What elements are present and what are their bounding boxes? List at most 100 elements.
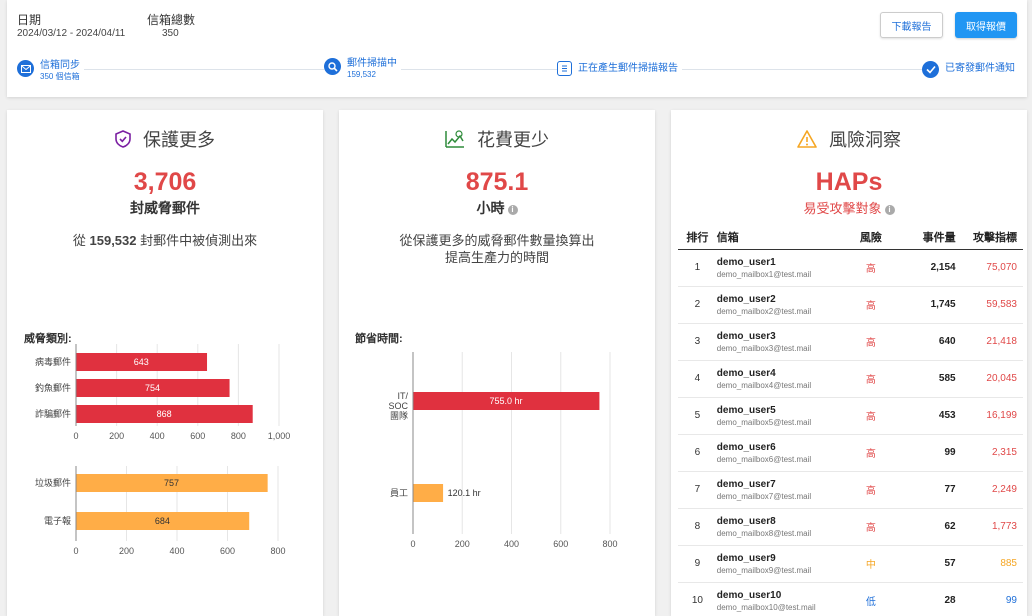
rank-cell: 9 [678, 545, 717, 583]
category-label: 垃圾郵件 [35, 477, 71, 488]
risk-cell: 中 [839, 545, 903, 583]
col-mailbox[interactable]: 信箱 [716, 225, 840, 250]
info-icon[interactable]: i [507, 205, 518, 215]
tick-label: 0 [410, 539, 415, 549]
rank-cell: 7 [678, 471, 717, 509]
user-name[interactable]: demo_user2 [717, 294, 839, 305]
table-row[interactable]: 9 demo_user9 demo_mailbox9@test.mail 中 57 885 [678, 545, 1023, 583]
spend-desc-line1: 從保護更多的威脅郵件數量換算出 [399, 233, 595, 248]
user-mail: demo_mailbox8@test.mail [716, 528, 812, 538]
user-name[interactable]: demo_user6 [717, 442, 839, 453]
user-name[interactable]: demo_user7 [717, 479, 839, 490]
haps-table: 排行 信箱 風險 事件量 攻擊指標 1 demo_user1 demo_mailbo… [678, 225, 1023, 616]
search-icon [324, 58, 341, 75]
step-title: 已寄發郵件通知 [945, 63, 1015, 74]
mailbox-cell: demo_user10 demo_mailbox10@test.mail [716, 582, 840, 616]
step-notification-sent: 已寄發郵件通知 [922, 61, 1019, 78]
user-name[interactable]: demo_user5 [717, 405, 839, 416]
user-name[interactable]: demo_user1 [717, 257, 839, 268]
data-label: 755.0 hr [489, 396, 522, 406]
get-quote-button[interactable]: 取得報價 [955, 12, 1017, 38]
risk-cell: 低 [839, 582, 903, 616]
data-label: 754 [145, 383, 160, 393]
col-attack-index[interactable]: 攻擊指標 [955, 225, 1023, 250]
table-body: 1 demo_user1 demo_mailbox1@test.mail 高 2,154… [678, 249, 1023, 616]
rank-cell: 8 [678, 508, 717, 546]
table-row[interactable]: 10 demo_user10 demo_mailbox10@test.mail 低 28… [678, 582, 1023, 616]
user-mail: demo_mailbox7@test.mail [716, 491, 812, 501]
events-cell: 2,154 [902, 249, 956, 287]
mailbox-cell: demo_user6 demo_mailbox6@test.mail [716, 434, 840, 472]
rank-cell: 2 [678, 286, 717, 324]
table-row[interactable]: 8 demo_user8 demo_mailbox8@test.mail 高 62 1,7… [678, 508, 1023, 546]
attack-index-cell: 20,045 [955, 360, 1023, 398]
user-mail: demo_mailbox10@test.mail [716, 602, 816, 612]
col-risk[interactable]: 風險 [839, 225, 903, 250]
category-label: 詐騙郵件 [35, 408, 71, 419]
user-name[interactable]: demo_user3 [717, 331, 839, 342]
events-cell: 77 [902, 471, 956, 509]
attack-index-cell: 59,583 [955, 286, 1023, 324]
card-title: 花費更少 [339, 126, 655, 152]
attack-index-cell: 885 [955, 545, 1023, 583]
tick-label: 600 [190, 431, 205, 441]
mailbox-cell: demo_user1 demo_mailbox1@test.mail [716, 249, 840, 287]
card-title: 保護更多 [7, 126, 323, 152]
tick-label: 400 [169, 546, 184, 556]
table-row[interactable]: 4 demo_user4 demo_mailbox4@test.mail 高 585 20… [678, 360, 1023, 398]
table-row[interactable]: 2 demo_user2 demo_mailbox2@test.mail 高 1,745… [678, 286, 1023, 324]
user-name[interactable]: demo_user4 [717, 368, 839, 379]
user-name[interactable]: demo_user8 [717, 516, 839, 527]
date-range: 2024/03/12 - 2024/04/11 [17, 28, 126, 39]
events-cell: 57 [902, 545, 956, 583]
rank-cell: 1 [678, 249, 717, 287]
col-rank[interactable]: 排行 [678, 225, 717, 250]
table-row[interactable]: 1 demo_user1 demo_mailbox1@test.mail 高 2,154… [678, 249, 1023, 287]
mailbox-count-label: 信箱總數 [147, 13, 196, 27]
events-cell: 453 [902, 397, 956, 435]
threat-unit: 封威脅郵件 [130, 200, 200, 216]
user-name[interactable]: demo_user9 [717, 553, 839, 564]
category-label: 病毒郵件 [35, 356, 71, 367]
warning-icon [797, 130, 817, 148]
rank-cell: 5 [678, 397, 717, 435]
rank-cell: 4 [678, 360, 717, 398]
tick-label: 0 [73, 546, 78, 556]
category-label: SOC [388, 401, 408, 411]
risk-cell: 高 [839, 434, 903, 472]
category-label: 釣魚郵件 [35, 382, 71, 393]
attack-index-cell: 1,773 [955, 508, 1023, 546]
user-mail: demo_mailbox6@test.mail [716, 454, 812, 464]
haps-label: HAPs [815, 168, 883, 196]
events-cell: 99 [902, 434, 956, 472]
data-label: 684 [155, 516, 170, 526]
table-row[interactable]: 7 demo_user7 demo_mailbox7@test.mail 高 77 2,2… [678, 471, 1023, 509]
spam-category-chart: 0 200 400 600 800 垃圾郵件 757 電子報 684 [35, 466, 286, 556]
table-row[interactable]: 3 demo_user3 demo_mailbox3@test.mail 高 640 21… [678, 323, 1023, 361]
bar [413, 484, 444, 502]
user-name[interactable]: demo_user10 [717, 590, 839, 601]
check-icon [922, 61, 939, 78]
download-report-button[interactable]: 下載報告 [880, 12, 943, 38]
step-title: 郵件掃描中 [347, 58, 397, 69]
step-generating-report: 正在產生郵件掃描報告 [557, 61, 682, 77]
mailbox-cell: demo_user7 demo_mailbox7@test.mail [716, 471, 840, 509]
events-cell: 585 [902, 360, 956, 398]
report-header: 日期 2024/03/12 - 2024/04/11 信箱總數 350 下載報告… [7, 0, 1027, 97]
step-title: 信箱同步 [40, 60, 80, 71]
rank-cell: 6 [678, 434, 717, 472]
table-row[interactable]: 6 demo_user6 demo_mailbox6@test.mail 高 99 2,3… [678, 434, 1023, 472]
mailbox-cell: demo_user9 demo_mailbox9@test.mail [716, 545, 840, 583]
chart-money-icon [445, 130, 464, 148]
info-icon[interactable]: i [884, 205, 895, 215]
tick-label: 200 [109, 431, 124, 441]
table-row[interactable]: 5 demo_user5 demo_mailbox5@test.mail 高 453 16… [678, 397, 1023, 435]
tick-label: 600 [553, 539, 568, 549]
col-events[interactable]: 事件量 [902, 225, 956, 250]
mailbox-cell: demo_user8 demo_mailbox8@test.mail [716, 508, 840, 546]
mailbox-cell: demo_user3 demo_mailbox3@test.mail [716, 323, 840, 361]
risk-title: 風險洞察 [829, 130, 901, 150]
data-label: 120.1 hr [448, 488, 481, 498]
step-scanning: 郵件掃描中 159,532 [324, 58, 401, 80]
events-cell: 62 [902, 508, 956, 546]
